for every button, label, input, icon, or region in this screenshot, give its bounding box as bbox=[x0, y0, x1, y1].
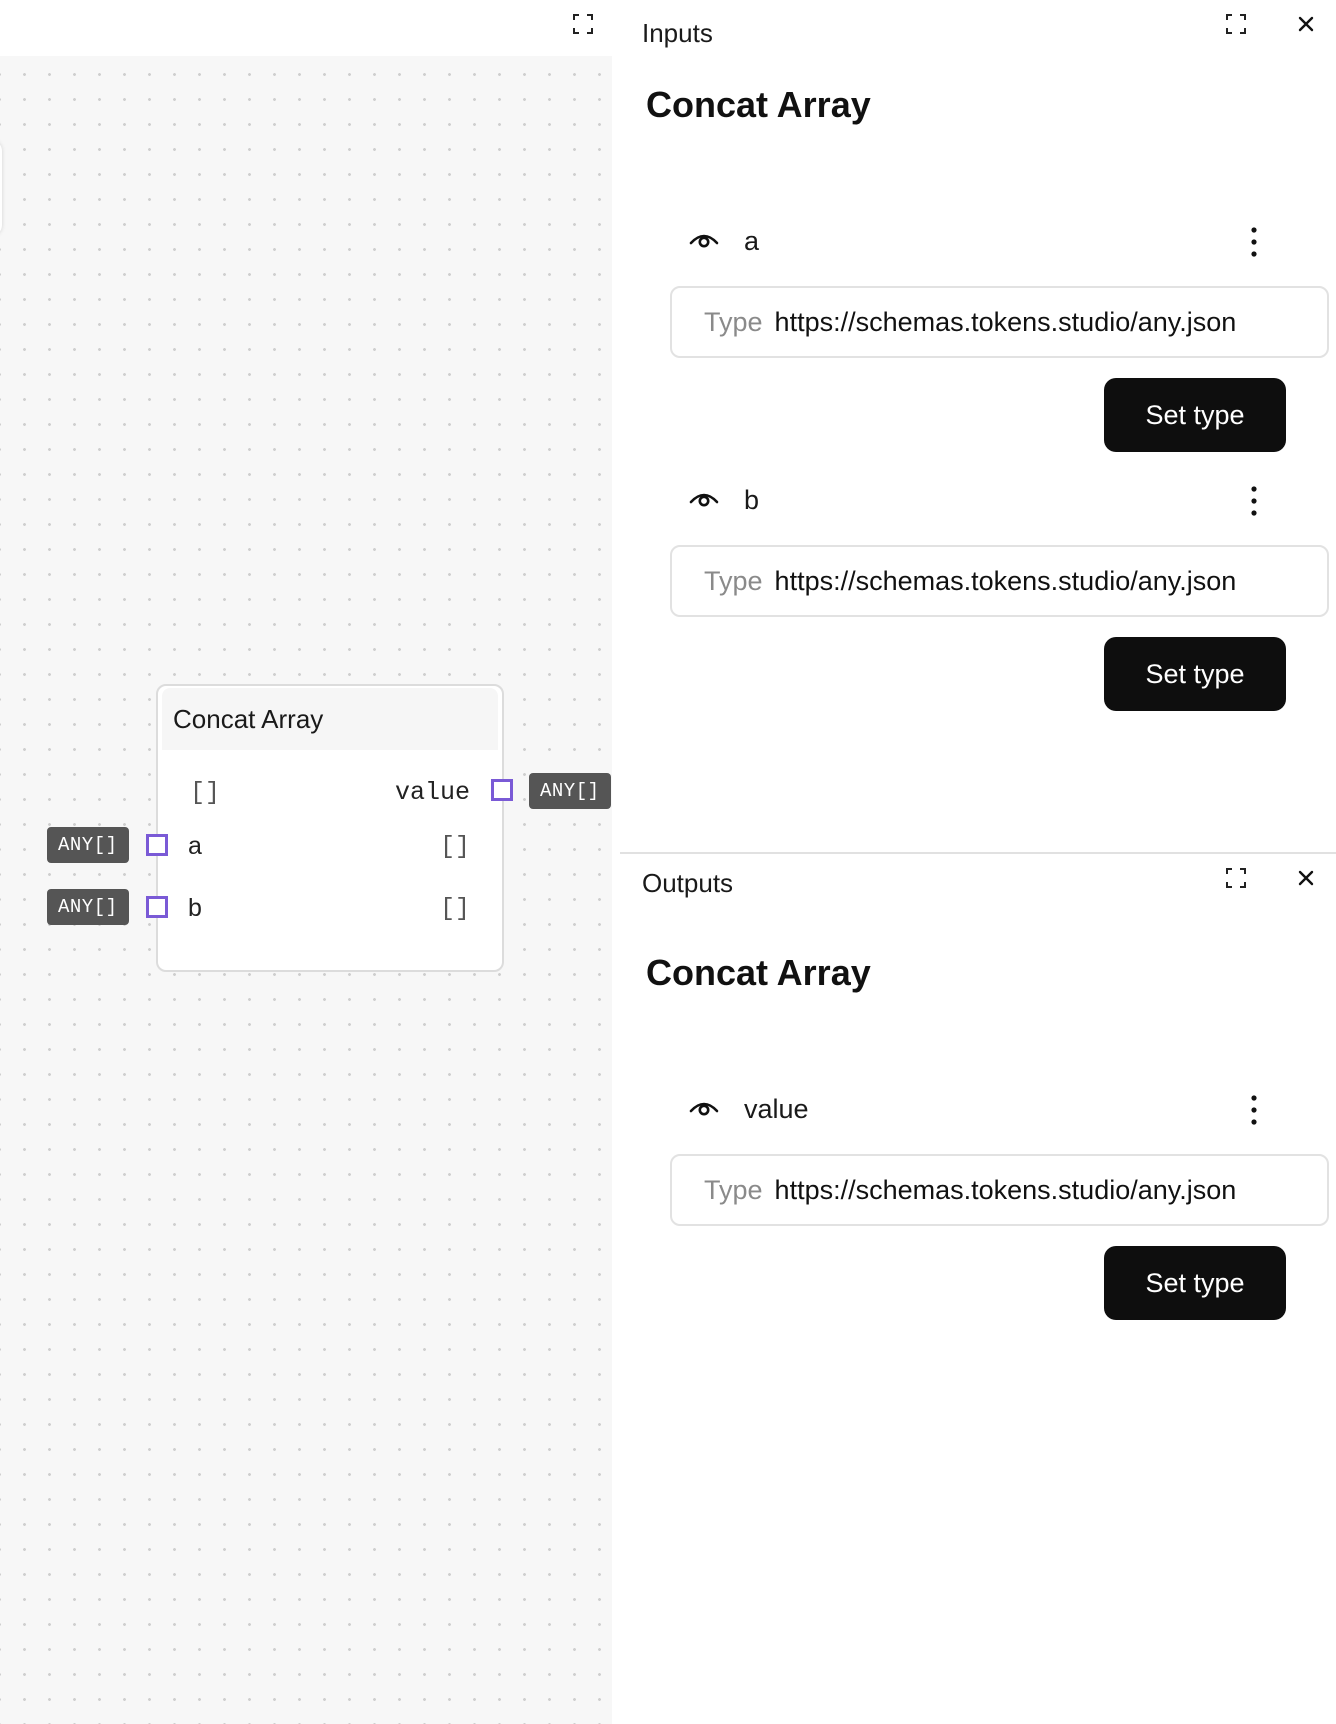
field-name: a bbox=[744, 226, 760, 256]
outputs-section-title: Outputs bbox=[642, 868, 734, 898]
output-port-handle[interactable] bbox=[491, 779, 513, 801]
expand-icon[interactable] bbox=[1220, 8, 1252, 40]
concat-array-node[interactable]: Concat Array [] value a [] b [] bbox=[156, 684, 504, 972]
field-header: b bbox=[670, 481, 1270, 521]
type-input[interactable]: Type https://schemas.tokens.studio/any.j… bbox=[670, 1154, 1329, 1226]
input-port-label-a: a bbox=[188, 832, 202, 860]
field-header: a bbox=[670, 222, 1270, 262]
type-input-value: https://schemas.tokens.studio/any.json bbox=[774, 565, 1237, 596]
collapsed-side-panel[interactable] bbox=[0, 140, 2, 236]
expand-icon[interactable] bbox=[567, 8, 599, 40]
panel-gutter bbox=[612, 0, 620, 1724]
inputs-section: Inputs Concat Array a Type https://schem… bbox=[620, 0, 1336, 854]
output-type-badge: ANY[] bbox=[529, 773, 611, 809]
field-name: b bbox=[744, 485, 760, 515]
node-title: Concat Array bbox=[162, 688, 498, 750]
output-port-label: value bbox=[394, 778, 470, 807]
field-name: value bbox=[744, 1094, 809, 1124]
type-input[interactable]: Type https://schemas.tokens.studio/any.j… bbox=[670, 286, 1329, 358]
type-input-label: Type bbox=[704, 306, 763, 337]
input-port-handle-b[interactable] bbox=[146, 896, 168, 918]
properties-panel: Inputs Concat Array a Type https://schem… bbox=[620, 0, 1336, 1724]
input-port-handle-a[interactable] bbox=[146, 834, 168, 856]
more-options-icon[interactable] bbox=[1238, 483, 1270, 519]
type-input[interactable]: Type https://schemas.tokens.studio/any.j… bbox=[670, 545, 1329, 617]
eye-icon[interactable] bbox=[688, 1096, 720, 1123]
inputs-node-heading: Concat Array bbox=[646, 84, 871, 125]
inputs-section-title: Inputs bbox=[642, 18, 713, 48]
more-options-icon[interactable] bbox=[1238, 224, 1270, 260]
type-input-label: Type bbox=[704, 565, 763, 596]
field-header: value bbox=[670, 1090, 1270, 1130]
input-type-badge-a: ANY[] bbox=[47, 827, 129, 863]
expand-icon[interactable] bbox=[1220, 862, 1252, 894]
set-type-button[interactable]: Set type bbox=[1104, 378, 1286, 452]
input-port-label-b: b bbox=[188, 894, 202, 922]
input-default-value-a: [] bbox=[440, 832, 471, 861]
set-type-button[interactable]: Set type bbox=[1104, 637, 1286, 711]
outputs-node-heading: Concat Array bbox=[646, 952, 871, 993]
more-options-icon[interactable] bbox=[1238, 1092, 1270, 1128]
eye-icon[interactable] bbox=[688, 228, 720, 255]
section-divider[interactable] bbox=[620, 852, 1336, 854]
input-type-badge-b: ANY[] bbox=[47, 889, 129, 925]
type-input-label: Type bbox=[704, 1174, 763, 1205]
graph-canvas[interactable]: Concat Array [] value a [] b [] ANY[] AN… bbox=[0, 0, 612, 1724]
type-input-value: https://schemas.tokens.studio/any.json bbox=[774, 1174, 1237, 1205]
type-input-value: https://schemas.tokens.studio/any.json bbox=[774, 306, 1237, 337]
close-icon[interactable] bbox=[1290, 862, 1322, 894]
set-type-button[interactable]: Set type bbox=[1104, 1246, 1286, 1320]
outputs-section: Outputs Concat Array value Type https://… bbox=[620, 856, 1336, 1724]
eye-icon[interactable] bbox=[688, 487, 720, 514]
input-default-value-b: [] bbox=[440, 894, 471, 923]
close-icon[interactable] bbox=[1290, 8, 1322, 40]
output-default-value: [] bbox=[190, 778, 221, 807]
canvas-toolbar bbox=[0, 0, 612, 56]
